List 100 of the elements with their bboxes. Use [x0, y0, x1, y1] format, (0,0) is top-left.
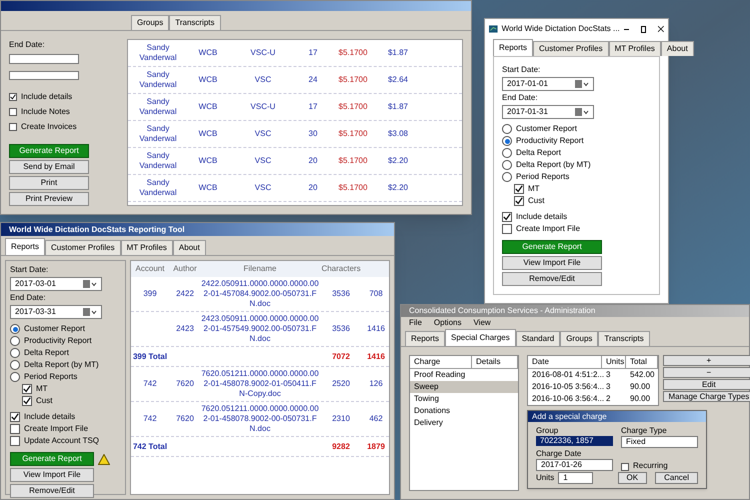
tab[interactable]: Transcripts	[598, 331, 650, 346]
tab[interactable]: Customer Profiles	[45, 240, 121, 255]
button[interactable]: Generate Report	[9, 144, 89, 158]
checkbox[interactable]	[514, 196, 524, 206]
radio-button[interactable]	[10, 336, 20, 346]
checkbox[interactable]	[10, 412, 20, 422]
number-field[interactable]: 1	[558, 472, 594, 484]
date-field[interactable]: 2017-01-31	[502, 105, 594, 119]
tab[interactable]: Reports	[405, 331, 446, 346]
tab[interactable]: Reports	[5, 238, 46, 255]
button[interactable]: View Import File	[502, 256, 602, 270]
window-title: World Wide Dictation DocStats ...	[502, 23, 620, 35]
checkbox[interactable]	[10, 436, 20, 446]
menu-item[interactable]: View	[473, 317, 491, 329]
button[interactable]: Send by Email	[9, 160, 89, 174]
button[interactable]: Manage Charge Types	[663, 391, 750, 402]
radio-button[interactable]	[502, 160, 512, 170]
checkbox-label: Include details	[21, 91, 72, 103]
button[interactable]: Print	[9, 176, 89, 190]
checkbox[interactable]	[22, 384, 32, 394]
radio-label: Delta Report	[24, 348, 69, 358]
warning-icon	[98, 454, 110, 464]
table-cell-text: $5.1700	[338, 128, 368, 140]
date-field[interactable]	[9, 54, 79, 64]
dropdown-field[interactable]: 7022336, 1857	[536, 436, 613, 446]
radio-button[interactable]	[502, 136, 512, 146]
checkbox[interactable]	[502, 212, 512, 222]
button[interactable]: View Import File	[10, 468, 94, 482]
date-field[interactable]: 2017-03-31	[10, 305, 102, 319]
maximize-icon[interactable]	[640, 26, 646, 32]
radio-label: Customer Report	[24, 324, 85, 334]
button[interactable]: Cancel	[655, 472, 698, 484]
radio-button[interactable]	[10, 372, 20, 382]
menu-item[interactable]: Options	[434, 317, 462, 329]
tab[interactable]: MT Profiles	[120, 240, 173, 255]
checkbox[interactable]	[10, 424, 20, 434]
button[interactable]: OK	[618, 472, 648, 484]
checkbox[interactable]	[9, 93, 17, 101]
table-cell-text: $5.1700	[338, 182, 368, 194]
button[interactable]: Print Preview	[9, 192, 89, 206]
checkbox[interactable]	[9, 123, 17, 131]
date-field[interactable]: 2017-01-01	[502, 77, 594, 91]
column-header: Date	[528, 356, 602, 368]
table-cell-text: Sandy Vanderwal	[138, 70, 178, 90]
radio-button[interactable]	[502, 172, 512, 182]
field-label: Group	[536, 426, 558, 436]
checkbox[interactable]	[621, 463, 629, 471]
radio-label: Period Reports	[24, 372, 78, 382]
list-item[interactable]: Towing	[410, 393, 518, 405]
list-item[interactable]: Delivery	[410, 417, 518, 429]
table-cell-text: $2.64	[386, 74, 410, 86]
checkbox[interactable]	[9, 108, 17, 116]
button[interactable]: Generate Report	[502, 240, 602, 254]
minimize-icon[interactable]	[624, 28, 629, 30]
tab[interactable]: Special Charges	[445, 329, 516, 346]
close-icon[interactable]	[658, 25, 664, 33]
checkbox-label: Cust	[36, 396, 52, 406]
date-field[interactable]: 2017-01-26	[536, 459, 613, 471]
tab[interactable]: Transcripts	[169, 15, 220, 30]
table-cell-text: 126	[368, 378, 384, 390]
menu-item[interactable]: File	[409, 317, 422, 329]
checkbox[interactable]	[502, 224, 512, 234]
radio-label: Productivity Report	[516, 136, 584, 146]
table-cell-text: 24	[308, 74, 318, 86]
tab[interactable]: Groups	[131, 15, 170, 30]
button[interactable]: Remove/Edit	[502, 272, 602, 286]
list-item[interactable]: Proof Reading	[410, 369, 518, 381]
button[interactable]: Generate Report	[10, 452, 94, 466]
table-cell-text: WCB	[198, 128, 218, 140]
radio-button[interactable]	[10, 360, 20, 370]
table-cell-text: 2016-10-05 3:56:4...	[531, 381, 602, 393]
button[interactable]: +	[663, 355, 750, 366]
tab[interactable]: About	[172, 240, 206, 255]
list-item[interactable]: Donations	[410, 405, 518, 417]
tab[interactable]: MT Profiles	[608, 41, 661, 56]
radio-button[interactable]	[10, 324, 20, 334]
checkbox[interactable]	[514, 184, 524, 194]
text-field[interactable]: Fixed	[621, 436, 698, 448]
button[interactable]: Edit	[663, 379, 750, 390]
table-cell-text: $1.87	[386, 101, 410, 113]
date-field[interactable]: 2017-03-01	[10, 277, 102, 291]
checkbox-label: Include details	[516, 212, 568, 222]
button[interactable]: Remove/Edit	[10, 484, 94, 498]
table-cell-text: VSC	[254, 128, 272, 140]
radio-button[interactable]	[502, 148, 512, 158]
app-logo-icon	[489, 24, 498, 34]
tab[interactable]: About	[660, 41, 694, 56]
tab[interactable]: Standard	[516, 331, 560, 346]
list-item[interactable]: Sweep	[410, 381, 518, 393]
table-cell-text: 742	[142, 413, 158, 425]
field-label: Start Date:	[502, 65, 540, 75]
radio-button[interactable]	[502, 124, 512, 134]
button[interactable]: −	[663, 367, 750, 378]
table-cell-text: Sandy Vanderwal	[138, 97, 178, 117]
tab[interactable]: Customer Profiles	[533, 41, 609, 56]
checkbox[interactable]	[22, 396, 32, 406]
dropdown-field[interactable]	[9, 70, 79, 80]
tab[interactable]: Groups	[560, 331, 598, 346]
tab[interactable]: Reports	[493, 39, 534, 56]
radio-button[interactable]	[10, 348, 20, 358]
